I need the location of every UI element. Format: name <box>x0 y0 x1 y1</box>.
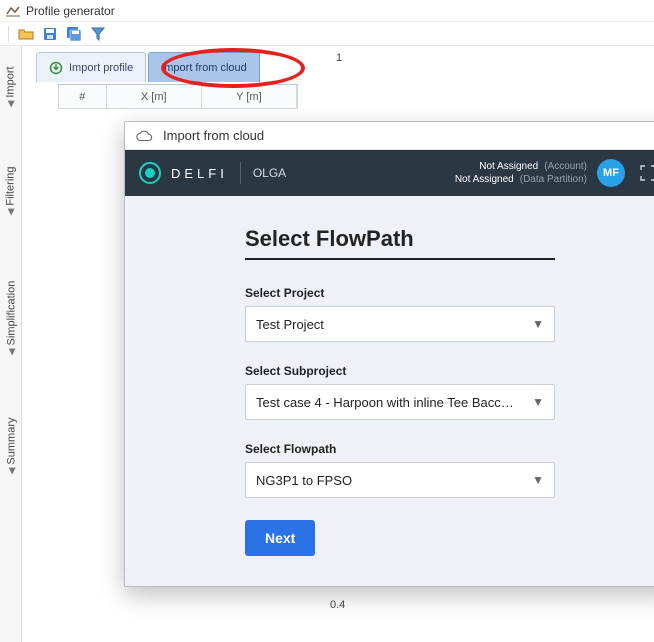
table-header: # X [m] Y [m] <box>58 85 298 109</box>
project-select[interactable]: Test Project ▼ <box>245 306 555 342</box>
sidetab-import-label: Import <box>5 66 17 97</box>
tab-import-from-cloud[interactable]: Import from cloud <box>148 52 260 82</box>
col-x: X [m] <box>107 85 202 108</box>
data-table: # X [m] Y [m] <box>58 84 298 109</box>
main-area: ◀Import ◀Filtering ◀Simplification ◀Summ… <box>0 46 654 642</box>
sidetab-import[interactable]: ◀Import <box>0 52 22 122</box>
chart-tick-04: 0.4 <box>330 599 345 611</box>
project-label: Select Project <box>245 286 555 300</box>
data-partition-value: Not Assigned <box>455 173 514 186</box>
tab-import-profile[interactable]: Import profile <box>36 52 146 82</box>
flowpath-select-value: NG3P1 to FPSO <box>256 473 352 488</box>
product-name: OLGA <box>253 166 286 180</box>
filter-profile-button[interactable] <box>89 25 107 43</box>
sidetab-simplification[interactable]: ◀Simplification <box>0 268 22 368</box>
tab-import-profile-label: Import profile <box>69 62 133 74</box>
fullscreen-button[interactable] <box>635 160 654 186</box>
account-value: Not Assigned <box>479 160 538 173</box>
heading-underline <box>245 258 555 260</box>
next-button[interactable]: Next <box>245 520 315 556</box>
delfi-mark-icon <box>139 162 161 184</box>
delfi-wordmark: DELFI <box>171 166 228 181</box>
chevron-down-icon: ▼ <box>532 473 544 487</box>
side-tabs: ◀Import ◀Filtering ◀Simplification ◀Summ… <box>0 46 22 642</box>
dialog-heading: Select FlowPath <box>245 226 555 252</box>
cloud-icon <box>135 129 153 143</box>
tab-import-from-cloud-label: Import from cloud <box>161 62 247 74</box>
toolbar-separator <box>8 26 9 42</box>
brand-separator <box>240 162 241 184</box>
window-title: Profile generator <box>26 4 115 18</box>
dialog-title: Import from cloud <box>163 128 264 143</box>
user-avatar[interactable]: MF <box>597 159 625 187</box>
sidetab-summary[interactable]: ◀Summary <box>0 406 22 486</box>
sidetab-filtering[interactable]: ◀Filtering <box>0 156 22 226</box>
account-label: (Account) <box>544 160 587 173</box>
sidetab-simplification-label: Simplification <box>5 281 17 346</box>
chevron-down-icon: ▼ <box>532 317 544 331</box>
sidetab-filtering-label: Filtering <box>5 166 17 205</box>
import-profile-icon <box>49 61 63 75</box>
project-select-value: Test Project <box>256 317 324 332</box>
app-icon <box>6 5 20 17</box>
flowpath-label: Select Flowpath <box>245 442 555 456</box>
sidetab-summary-label: Summary <box>5 418 17 465</box>
save-all-button[interactable] <box>65 25 83 43</box>
chart-tick-1: 1 <box>336 52 342 64</box>
dialog-body: Select FlowPath Select Project Test Proj… <box>125 196 654 587</box>
subproject-label: Select Subproject <box>245 364 555 378</box>
window-titlebar: Profile generator <box>0 0 654 22</box>
content-area: Import profile Import from cloud # X [m]… <box>22 46 654 642</box>
chevron-down-icon: ▼ <box>532 395 544 409</box>
subproject-select[interactable]: Test case 4 - Harpoon with inline Tee Ba… <box>245 384 555 420</box>
account-info: Not Assigned (Account) Not Assigned (Dat… <box>455 160 587 186</box>
dialog-titlebar: Import from cloud <box>125 122 654 150</box>
open-button[interactable] <box>17 25 35 43</box>
delfi-logo: DELFI <box>139 162 228 184</box>
panel-tabs: Import profile Import from cloud <box>36 52 654 82</box>
import-from-cloud-dialog: Import from cloud DELFI OLGA Not Assigne… <box>124 121 654 587</box>
flowpath-select[interactable]: NG3P1 to FPSO ▼ <box>245 462 555 498</box>
main-toolbar <box>0 22 654 46</box>
dialog-brand-header: DELFI OLGA Not Assigned (Account) Not As… <box>125 150 654 196</box>
subproject-select-value: Test case 4 - Harpoon with inline Tee Ba… <box>256 395 514 410</box>
data-partition-label: (Data Partition) <box>520 173 587 186</box>
save-button[interactable] <box>41 25 59 43</box>
col-index: # <box>59 85 107 108</box>
col-y: Y [m] <box>202 85 297 108</box>
